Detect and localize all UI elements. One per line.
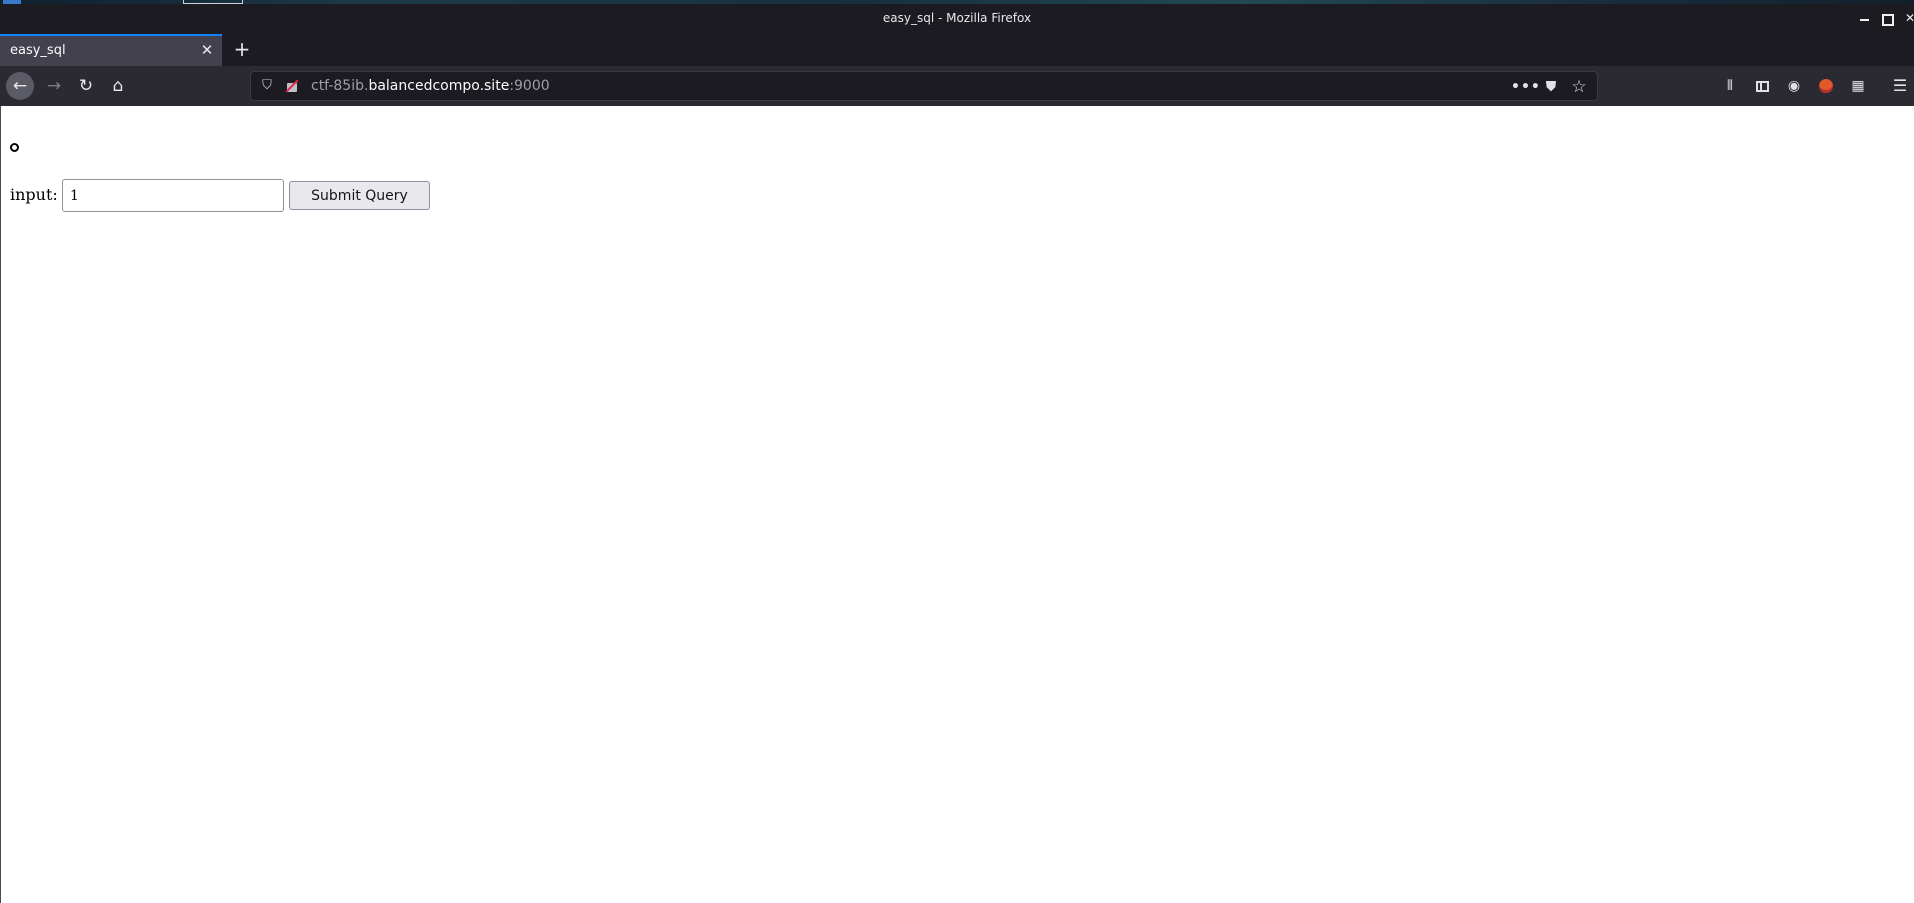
library-icon[interactable]: ⫴ [1720,76,1740,96]
window-title: easy_sql - Mozilla Firefox [882,11,1032,25]
reload-icon[interactable]: ↻ [72,72,100,100]
extension-icon[interactable] [1816,76,1836,96]
url-host: balancedcompo.site [368,78,510,94]
pocket-icon[interactable]: ⛊ [1541,77,1561,97]
home-icon[interactable]: ⌂ [104,72,132,100]
url-text[interactable]: ctf-85ib.balancedcompo.site:9000 [311,78,550,94]
url-bar[interactable]: ⛉ ctf-85ib.balancedcompo.site:9000 ••• ⛊… [250,71,1598,101]
tab-strip: easy_sql ✕ + [0,34,1914,66]
forward-icon[interactable]: → [40,72,68,100]
minimize-icon[interactable] [1855,9,1873,27]
submit-query-button[interactable]: Submit Query [289,181,430,210]
sidebar-shape [1755,80,1769,92]
maximize-icon[interactable] [1879,9,1897,27]
back-icon[interactable]: ← [6,72,34,100]
shield-icon[interactable]: ⛉ [259,78,275,94]
input-label: input: [10,185,58,204]
nav-toolbar: ← → ↻ ⌂ ⛉ ctf-85ib.balancedcompo.site:90… [0,66,1914,106]
url-port: :9000 [509,78,550,94]
close-window-icon[interactable]: ✕ [1901,9,1914,27]
page-actions-icon[interactable]: ••• [1511,77,1540,97]
new-tab-icon[interactable]: + [232,39,252,59]
title-bar: easy_sql - Mozilla Firefox ✕ [0,4,1914,34]
list-bullet [10,143,19,152]
sidebar-icon[interactable] [1752,76,1772,96]
query-input[interactable] [62,179,284,212]
account-icon[interactable]: ◉ [1784,76,1804,96]
tab-label: easy_sql [10,43,66,58]
hamburger-menu-icon[interactable]: ☰ [1890,76,1910,96]
url-subdomain: ctf-85ib. [311,78,369,94]
bookmark-star-icon[interactable]: ☆ [1569,77,1589,97]
page-content: input: Submit Query [0,106,1914,903]
extensions-grid-icon[interactable]: ▦ [1848,76,1868,96]
insecure-lock-icon[interactable] [284,78,300,94]
tab-easy-sql[interactable]: easy_sql ✕ [0,34,222,66]
close-tab-icon[interactable]: ✕ [198,41,216,59]
